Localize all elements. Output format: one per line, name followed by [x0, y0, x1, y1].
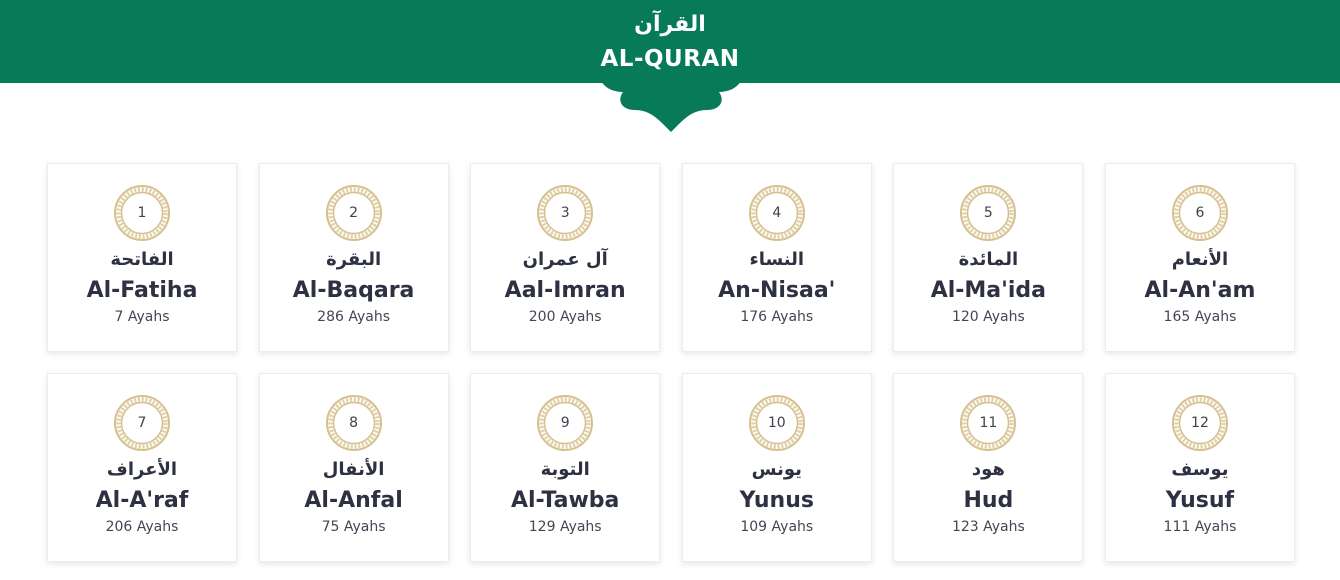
surah-name-arabic: الفاتحة — [110, 249, 174, 270]
surah-grid: 1 الفاتحة Al-Fatiha 7 Ayahs 2 البقرة Al-… — [47, 163, 1295, 562]
surah-number-ornament: 10 — [748, 394, 806, 452]
header-ornament-badge — [597, 70, 745, 132]
surah-number-ornament: 5 — [959, 184, 1017, 242]
surah-ayah-count: 120 Ayahs — [951, 309, 1025, 325]
surah-name: Aal-Imran — [504, 278, 626, 303]
surah-name: An-Nisaa' — [718, 278, 836, 303]
surah-card[interactable]: 10 يونس Yunus 109 Ayahs — [681, 373, 872, 562]
surah-name: Al-Ma'ida — [930, 278, 1047, 303]
surah-name-arabic: الأنعام — [1171, 249, 1229, 270]
surah-name: Yusuf — [1165, 488, 1235, 513]
surah-card[interactable]: 8 الأنفال Al-Anfal 75 Ayahs — [258, 373, 449, 562]
surah-number-ornament: 1 — [113, 184, 171, 242]
surah-number: 3 — [560, 205, 570, 221]
surah-number: 12 — [1191, 415, 1209, 431]
surah-card[interactable]: 3 آل عمران Aal-Imran 200 Ayahs — [470, 163, 661, 352]
surah-ayah-count: 7 Ayahs — [114, 309, 170, 325]
surah-number-ornament: 2 — [325, 184, 383, 242]
surah-name: Al-Anfal — [304, 488, 403, 513]
surah-name-arabic: الأعراف — [106, 459, 178, 480]
surah-name: Yunus — [739, 488, 814, 513]
surah-ayah-count: 200 Ayahs — [528, 309, 602, 325]
surah-name-arabic: هود — [971, 459, 1005, 480]
surah-number: 6 — [1195, 205, 1205, 221]
surah-card[interactable]: 6 الأنعام Al-An'am 165 Ayahs — [1104, 163, 1295, 352]
surah-name-arabic: يوسف — [1171, 459, 1229, 480]
surah-number-ornament: 9 — [536, 394, 594, 452]
surah-name-arabic: الأنفال — [322, 459, 385, 480]
surah-number: 9 — [560, 415, 570, 431]
header-bar: القرآن AL-QURAN — [0, 0, 1340, 132]
surah-number-ornament: 4 — [748, 184, 806, 242]
surah-name-arabic: النساء — [749, 249, 805, 270]
surah-name: Al-A'raf — [95, 488, 189, 513]
page-title: AL-QURAN — [600, 46, 740, 72]
surah-ayah-count: 75 Ayahs — [321, 519, 386, 535]
surah-ayah-count: 206 Ayahs — [105, 519, 179, 535]
surah-name: Hud — [963, 488, 1014, 513]
surah-number: 1 — [137, 205, 147, 221]
surah-ayah-count: 109 Ayahs — [740, 519, 814, 535]
surah-card[interactable]: 1 الفاتحة Al-Fatiha 7 Ayahs — [47, 163, 237, 352]
surah-number-ornament: 7 — [113, 394, 171, 452]
page-title-arabic: القرآن — [634, 12, 706, 37]
surah-name-arabic: المائدة — [958, 249, 1019, 270]
surah-name-arabic: آل عمران — [522, 249, 608, 270]
surah-name: Al-Tawba — [510, 488, 620, 513]
surah-name-arabic: التوبة — [540, 459, 590, 480]
surah-card[interactable]: 12 يوسف Yusuf 111 Ayahs — [1104, 373, 1295, 562]
surah-number: 10 — [767, 415, 786, 431]
surah-ayah-count: 165 Ayahs — [1163, 309, 1237, 325]
surah-card[interactable]: 7 الأعراف Al-A'raf 206 Ayahs — [47, 373, 237, 562]
surah-ayah-count: 286 Ayahs — [317, 309, 391, 325]
surah-number: 7 — [137, 415, 147, 431]
surah-name: Al-An'am — [1144, 278, 1256, 303]
surah-ayah-count: 123 Ayahs — [951, 519, 1025, 535]
surah-number: 4 — [772, 205, 782, 221]
surah-name-arabic: يونس — [751, 459, 802, 480]
surah-number-ornament: 3 — [536, 184, 594, 242]
surah-number-ornament: 6 — [1171, 184, 1229, 242]
surah-card[interactable]: 2 البقرة Al-Baqara 286 Ayahs — [258, 163, 449, 352]
surah-card[interactable]: 11 هود Hud 123 Ayahs — [893, 373, 1084, 562]
surah-card[interactable]: 5 المائدة Al-Ma'ida 120 Ayahs — [893, 163, 1084, 352]
surah-card[interactable]: 4 النساء An-Nisaa' 176 Ayahs — [681, 163, 872, 352]
surah-card[interactable]: 9 التوبة Al-Tawba 129 Ayahs — [470, 373, 661, 562]
surah-ayah-count: 176 Ayahs — [740, 309, 814, 325]
surah-name: Al-Baqara — [292, 278, 415, 303]
surah-number: 5 — [983, 205, 993, 221]
surah-number: 11 — [979, 415, 998, 431]
surah-name: Al-Fatiha — [86, 278, 198, 303]
surah-number: 2 — [349, 205, 359, 221]
surah-name-arabic: البقرة — [326, 249, 382, 270]
surah-number-ornament: 8 — [325, 394, 383, 452]
surah-number: 8 — [349, 415, 359, 431]
surah-ayah-count: 111 Ayahs — [1163, 519, 1237, 535]
surah-number-ornament: 12 — [1171, 394, 1229, 452]
surah-ayah-count: 129 Ayahs — [528, 519, 602, 535]
surah-number-ornament: 11 — [959, 394, 1017, 452]
